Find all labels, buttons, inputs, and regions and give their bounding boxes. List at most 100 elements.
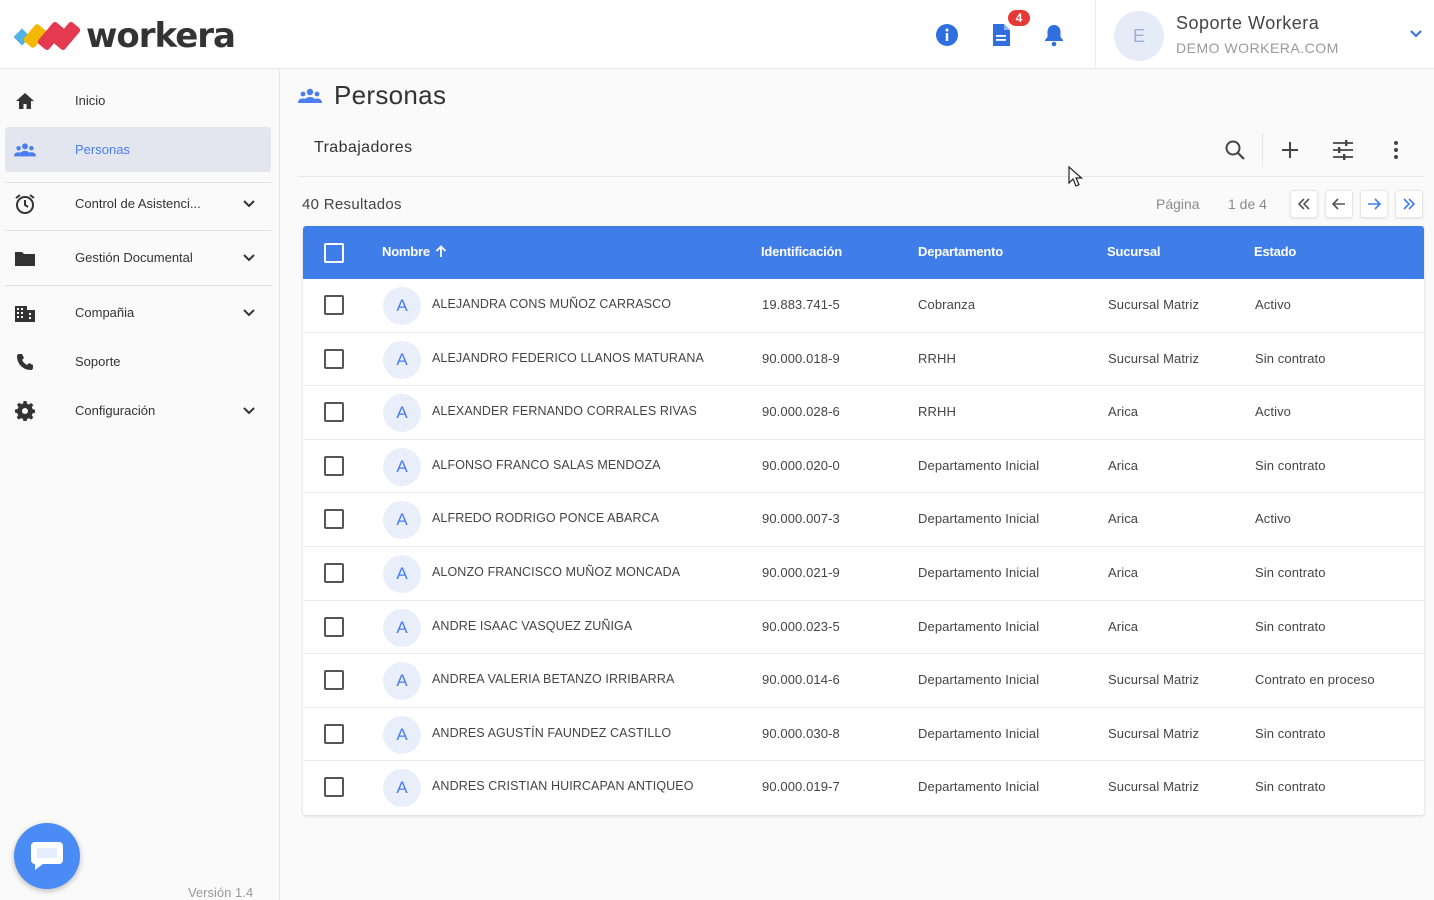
pagination-label: Página <box>1156 196 1200 212</box>
cell-estado: Sin contrato <box>1255 565 1326 580</box>
top-bar: workera 4 E Soporte Workera DEMO WORKERA… <box>0 0 1434 69</box>
cell-estado: Contrato en proceso <box>1255 672 1375 688</box>
row-checkbox[interactable] <box>324 777 344 798</box>
cell-identificacion: 90.000.014-6 <box>762 672 840 688</box>
chevron-down-icon[interactable] <box>241 305 257 321</box>
cell-sucursal: Arica <box>1108 511 1139 527</box>
chat-button[interactable] <box>14 823 80 889</box>
divider <box>5 285 271 286</box>
table-row[interactable]: A ALFONSO FRANCO SALAS MENDOZA 90.000.02… <box>303 440 1424 494</box>
cell-departamento: Departamento Inicial <box>918 725 1040 741</box>
row-checkbox[interactable] <box>324 295 344 315</box>
table-row[interactable]: A ANDRES CRISTIAN HUIRCAPAN ANTIQUEO 90.… <box>303 761 1424 815</box>
cell-sucursal: Sucursal Matriz <box>1108 297 1200 312</box>
chat-bubble-icon <box>31 842 63 870</box>
column-header-nombre[interactable]: Nombre <box>382 244 447 259</box>
cell-sucursal: Sucursal Matriz <box>1108 672 1200 688</box>
cell-identificacion: 90.000.030-8 <box>762 725 840 741</box>
sidebar-item-configuracion[interactable]: Configuración <box>5 388 271 433</box>
sidebar-item-inicio[interactable]: Inicio <box>5 78 271 123</box>
row-checkbox[interactable] <box>324 455 344 476</box>
cell-estado: Activo <box>1255 297 1292 312</box>
brand-name: workera <box>86 16 236 56</box>
user-menu[interactable]: E Soporte Workera DEMO WORKERA.COM <box>1095 0 1434 69</box>
cell-sucursal: Arica <box>1108 404 1139 420</box>
first-page-button[interactable] <box>1290 190 1318 218</box>
cell-nombre: ANDRES AGUSTÍN FAUNDEZ CASTILLO <box>432 725 672 740</box>
cell-departamento: Departamento Inicial <box>918 565 1040 580</box>
column-header-estado[interactable]: Estado <box>1254 244 1296 259</box>
bell-icon[interactable] <box>1041 22 1067 48</box>
pagination-value: 1 de 4 <box>1228 196 1267 212</box>
sidebar-item-compania[interactable]: Compañia <box>5 290 271 335</box>
cell-estado: Sin contrato <box>1255 725 1326 741</box>
add-icon[interactable] <box>1277 137 1303 163</box>
search-input[interactable] <box>314 139 1194 157</box>
prev-page-button[interactable] <box>1325 190 1353 218</box>
cell-departamento: Departamento Inicial <box>918 457 1040 473</box>
cell-departamento: Departamento Inicial <box>918 618 1040 634</box>
next-page-button[interactable] <box>1360 190 1388 218</box>
chevron-down-icon[interactable] <box>241 196 257 212</box>
cell-sucursal: Arica <box>1108 565 1139 580</box>
table-row[interactable]: A ALFREDO RODRIGO PONCE ABARCA 90.000.00… <box>303 493 1424 547</box>
cell-nombre: ANDREA VALERIA BETANZO IRRIBARRA <box>432 672 675 687</box>
sidebar-item-gestion-documental[interactable]: Gestión Documental <box>5 235 271 280</box>
arrow-right-icon <box>1368 198 1381 210</box>
search-icon[interactable] <box>1222 137 1248 163</box>
more-vert-icon[interactable] <box>1383 137 1409 163</box>
cell-identificacion: 90.000.007-3 <box>762 511 840 527</box>
row-checkbox[interactable] <box>324 670 344 691</box>
results-count: 40 Resultados <box>302 196 402 213</box>
sidebar-item-soporte[interactable]: Soporte <box>5 339 271 384</box>
table-row[interactable]: A ALEXANDER FERNANDO CORRALES RIVAS 90.0… <box>303 386 1424 440</box>
cell-identificacion: 90.000.018-9 <box>762 350 840 366</box>
row-checkbox[interactable] <box>324 348 344 369</box>
column-header-identificacion[interactable]: Identificación <box>761 244 842 259</box>
row-checkbox[interactable] <box>324 402 344 423</box>
cell-sucursal: Sucursal Matriz <box>1108 725 1200 741</box>
row-checkbox[interactable] <box>324 563 344 583</box>
workera-logo[interactable]: workera <box>14 16 236 56</box>
sidebar-item-personas[interactable]: Personas <box>5 127 271 172</box>
person-avatar: A <box>383 340 421 379</box>
cell-identificacion: 19.883.741-5 <box>762 297 840 312</box>
sidebar-item-label: Configuración <box>75 403 156 418</box>
people-icon <box>14 139 36 161</box>
info-icon[interactable] <box>934 22 960 48</box>
table-row[interactable]: A ALEJANDRO FEDERICO LLANOS MATURANA 90.… <box>303 333 1424 387</box>
chevron-down-icon[interactable] <box>241 250 257 266</box>
sidebar-item-control-asistencia[interactable]: Control de Asistenci... <box>5 181 271 226</box>
sort-arrow-up-icon <box>436 245 447 257</box>
cell-estado: Sin contrato <box>1255 457 1326 473</box>
table-row[interactable]: A ANDREA VALERIA BETANZO IRRIBARRA 90.00… <box>303 654 1424 708</box>
sidebar-item-label: Inicio <box>75 93 106 108</box>
user-name: Soporte Workera <box>1176 13 1320 33</box>
row-checkbox[interactable] <box>324 723 344 744</box>
cell-estado: Sin contrato <box>1255 350 1326 366</box>
last-page-button[interactable] <box>1395 190 1423 218</box>
person-avatar: A <box>383 447 421 486</box>
divider <box>1262 133 1263 167</box>
cell-identificacion: 90.000.019-7 <box>762 779 840 795</box>
cell-sucursal: Sucursal Matriz <box>1108 350 1200 366</box>
table-row[interactable]: A ANDRES AGUSTÍN FAUNDEZ CASTILLO 90.000… <box>303 708 1424 762</box>
row-checkbox[interactable] <box>324 616 344 637</box>
table-row[interactable]: A ALEJANDRA CONS MUÑOZ CARRASCO 19.883.7… <box>303 279 1424 333</box>
person-avatar: A <box>383 715 421 754</box>
cell-nombre: ALONZO FRANCISCO MUÑOZ MONCADA <box>432 565 681 579</box>
mouse-pointer-icon <box>1068 166 1084 187</box>
cell-identificacion: 90.000.023-5 <box>762 618 840 634</box>
notification-badge: 4 <box>1006 8 1032 28</box>
chevron-down-icon[interactable] <box>241 403 257 419</box>
table-row[interactable]: A ALONZO FRANCISCO MUÑOZ MONCADA 90.000.… <box>303 547 1424 601</box>
person-avatar: A <box>383 501 421 540</box>
table-row[interactable]: A ANDRE ISAAC VASQUEZ ZUÑIGA 90.000.023-… <box>303 601 1424 655</box>
row-checkbox[interactable] <box>324 509 344 530</box>
cell-departamento: Departamento Inicial <box>918 779 1040 795</box>
filter-sliders-icon[interactable] <box>1330 137 1356 163</box>
column-header-departamento[interactable]: Departamento <box>918 244 1003 259</box>
select-all-checkbox[interactable] <box>324 243 344 263</box>
column-header-sucursal[interactable]: Sucursal <box>1107 244 1161 259</box>
chevron-down-icon[interactable] <box>1408 26 1424 42</box>
